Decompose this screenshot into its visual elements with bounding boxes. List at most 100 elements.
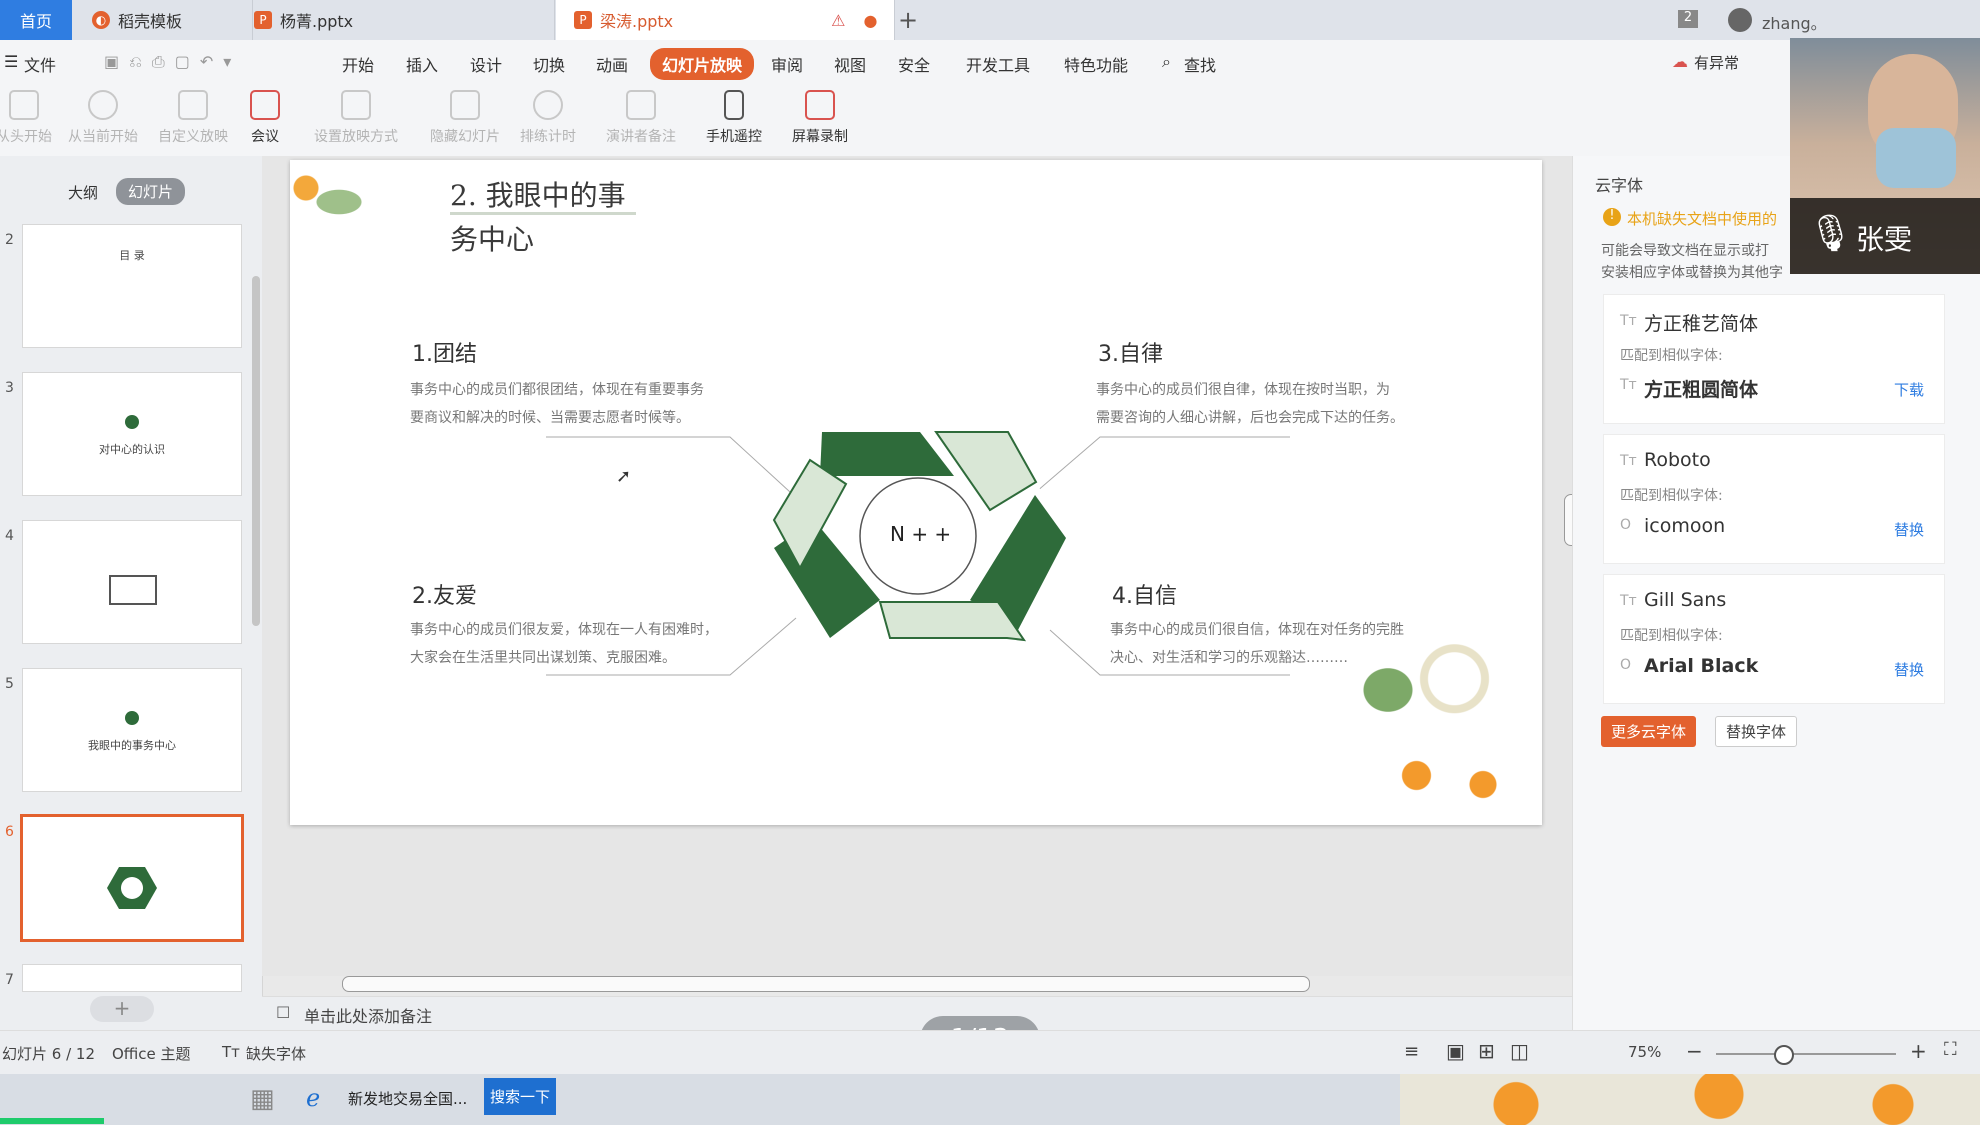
speaker-notes-button[interactable]: 演讲者备注 bbox=[606, 90, 676, 146]
unsaved-dot-icon: ● bbox=[863, 10, 878, 30]
os-taskbar: ▦ ℯ 新发地交易全国... 搜索一下 bbox=[0, 1074, 1980, 1125]
record-icon bbox=[805, 90, 835, 120]
custom-show-icon bbox=[178, 90, 208, 120]
slide-thumbnail-panel: 大纲 幻灯片 2 目 录 3 对中心的认识 4 5 我眼中的事务中心 6 7 + bbox=[0, 156, 263, 1046]
participant-label-bar: 🎙 张雯 bbox=[1790, 198, 1980, 274]
video-call-overlay[interactable]: 🎙 张雯 bbox=[1790, 38, 1980, 274]
menu-search[interactable]: 查找 bbox=[1184, 52, 1216, 76]
replace-fonts-button[interactable]: 替换字体 bbox=[1715, 716, 1798, 747]
play-from-start-button[interactable]: 从头开始 bbox=[0, 90, 52, 146]
grid-view-icon[interactable]: ⊞ bbox=[1478, 1039, 1495, 1063]
ie-browser-icon[interactable]: ℯ bbox=[306, 1084, 320, 1112]
tab-home[interactable]: 首页 bbox=[0, 0, 72, 40]
add-slide-button[interactable]: + bbox=[90, 996, 154, 1022]
timer-icon bbox=[533, 90, 563, 120]
wallpaper-oranges bbox=[1400, 1074, 1980, 1125]
download-font-link[interactable]: 下载 bbox=[1894, 379, 1924, 400]
hamburger-icon[interactable]: ☰ bbox=[4, 52, 18, 71]
menu-slideshow[interactable]: 幻灯片放映 bbox=[650, 48, 755, 80]
tab-slides[interactable]: 幻灯片 bbox=[116, 178, 186, 205]
rehearse-timing-button[interactable]: 排练计时 bbox=[520, 90, 576, 146]
replace-font-link[interactable]: 替换 bbox=[1894, 659, 1924, 680]
menu-security[interactable]: 安全 bbox=[898, 52, 930, 76]
slide-thumbnail[interactable]: 目 录 bbox=[22, 224, 242, 348]
replace-font-link[interactable]: 替换 bbox=[1894, 519, 1924, 540]
notes-toggle-icon[interactable]: ≡ bbox=[1404, 1041, 1419, 1062]
zoom-slider-handle[interactable] bbox=[1774, 1045, 1794, 1065]
hexagon-center-label: N + + bbox=[890, 522, 952, 546]
custom-show-button[interactable]: 自定义放映 bbox=[158, 90, 228, 146]
thumbnail-scrollbar[interactable] bbox=[252, 276, 260, 626]
slide-thumbnail-selected[interactable] bbox=[20, 814, 244, 942]
menu-start[interactable]: 开始 bbox=[342, 52, 374, 76]
slide-thumbnail[interactable]: 对中心的认识 bbox=[22, 372, 242, 496]
laptop-image bbox=[109, 575, 157, 605]
notes-bar[interactable]: ☐ 单击此处添加备注 bbox=[262, 996, 1572, 1031]
font-icon: Tт bbox=[1620, 377, 1637, 393]
slide[interactable]: 2. 我眼中的事 务中心 1.团结 事务中心的成员们都很团结，体现在有重要事务 … bbox=[262, 160, 1542, 825]
horizontal-scrollbar[interactable] bbox=[342, 976, 1310, 992]
fit-window-icon[interactable]: ⛶ bbox=[1944, 1039, 1957, 1060]
missing-font-status[interactable]: 缺失字体 bbox=[246, 1043, 306, 1064]
slideshow-settings-button[interactable]: 设置放映方式 bbox=[314, 90, 398, 146]
zoom-in-icon[interactable]: + bbox=[1910, 1039, 1927, 1063]
more-cloud-fonts-button[interactable]: 更多云字体 bbox=[1601, 716, 1697, 747]
menu-view[interactable]: 视图 bbox=[834, 52, 866, 76]
tab-outline[interactable]: 大纲 bbox=[68, 182, 98, 203]
slide-thumbnail[interactable] bbox=[22, 964, 242, 992]
quick-access-icons[interactable]: ▣⎌⎙▢↶▾ bbox=[104, 52, 241, 72]
warning-desc-1: 可能会导致文档在显示或打 bbox=[1601, 243, 1769, 259]
menu-design[interactable]: 设计 bbox=[470, 52, 502, 76]
menu-developer[interactable]: 开发工具 bbox=[966, 52, 1030, 76]
zoom-out-icon[interactable]: − bbox=[1686, 1039, 1703, 1063]
menu-animation[interactable]: 动画 bbox=[596, 52, 628, 76]
menu-features[interactable]: 特色功能 bbox=[1064, 52, 1128, 76]
participant-name: 张雯 bbox=[1856, 223, 1913, 256]
meeting-icon bbox=[250, 90, 280, 120]
mouse-cursor-icon: ➚ bbox=[616, 466, 632, 487]
font-card: Tт 方正稚艺简体 匹配到相似字体: Tт 方正粗圆简体 下载 bbox=[1603, 294, 1945, 424]
slide-thumbnail[interactable] bbox=[22, 520, 242, 644]
font-icon: Tт bbox=[1620, 313, 1637, 329]
font-icon: O bbox=[1620, 517, 1632, 533]
tab-yangjing-pptx[interactable]: P 杨菁.pptx bbox=[236, 0, 555, 40]
exception-status[interactable]: 有异常 bbox=[1694, 52, 1739, 73]
tab-liangtao-pptx[interactable]: P 梁涛.pptx ⚠ ● bbox=[556, 0, 895, 40]
slideshow-icon bbox=[9, 90, 39, 120]
face-mask bbox=[1876, 128, 1956, 188]
notes-placeholder[interactable]: 单击此处添加备注 bbox=[304, 1003, 432, 1027]
zoom-slider[interactable] bbox=[1716, 1053, 1896, 1055]
zoom-level[interactable]: 75% bbox=[1628, 1043, 1661, 1061]
start-icon[interactable]: ▦ bbox=[250, 1084, 275, 1114]
phone-remote-button[interactable]: 手机遥控 bbox=[706, 90, 762, 146]
panel-title[interactable]: 云字体 bbox=[1595, 172, 1643, 196]
menu-insert[interactable]: 插入 bbox=[406, 52, 438, 76]
search-icon[interactable]: ⌕ bbox=[1162, 52, 1171, 72]
microphone-icon: 🎙 bbox=[1808, 213, 1854, 254]
menu-file[interactable]: 文件 bbox=[24, 52, 56, 76]
meeting-button[interactable]: 会议 bbox=[250, 90, 280, 146]
avatar[interactable] bbox=[1728, 8, 1752, 32]
settings-icon bbox=[341, 90, 371, 120]
menu-transition[interactable]: 切换 bbox=[533, 52, 565, 76]
slide-thumbnail[interactable]: 我眼中的事务中心 bbox=[22, 668, 242, 792]
status-bar: 幻灯片 6 / 12 Office 主题 Tт 缺失字体 ≡ ▣ ⊞ ◫ 75%… bbox=[0, 1030, 1980, 1075]
new-tab-button[interactable]: + bbox=[898, 6, 918, 34]
search-button[interactable]: 搜索一下 bbox=[484, 1078, 557, 1115]
user-name[interactable]: zhang。 bbox=[1762, 10, 1827, 34]
font-icon: Tт bbox=[1620, 593, 1637, 609]
bullet-dot bbox=[125, 415, 139, 429]
font-icon: O bbox=[1620, 657, 1632, 673]
normal-view-icon[interactable]: ▣ bbox=[1446, 1039, 1465, 1063]
tab-docer-templates[interactable]: ◐ 稻壳模板 bbox=[74, 0, 253, 40]
cloud-alert-icon: ☁ bbox=[1672, 52, 1688, 71]
window-count-badge[interactable]: 2 bbox=[1678, 10, 1698, 28]
phone-icon bbox=[724, 90, 744, 120]
menu-review[interactable]: 审阅 bbox=[771, 52, 803, 76]
theme-name[interactable]: Office 主题 bbox=[112, 1043, 191, 1064]
hide-slide-button[interactable]: 隐藏幻灯片 bbox=[430, 90, 500, 146]
taskbar-browser-item[interactable]: 新发地交易全国... bbox=[348, 1088, 467, 1109]
screen-record-button[interactable]: 屏幕录制 bbox=[792, 90, 848, 146]
reading-view-icon[interactable]: ◫ bbox=[1510, 1039, 1529, 1063]
play-from-current-button[interactable]: 从当前开始 bbox=[68, 90, 138, 146]
